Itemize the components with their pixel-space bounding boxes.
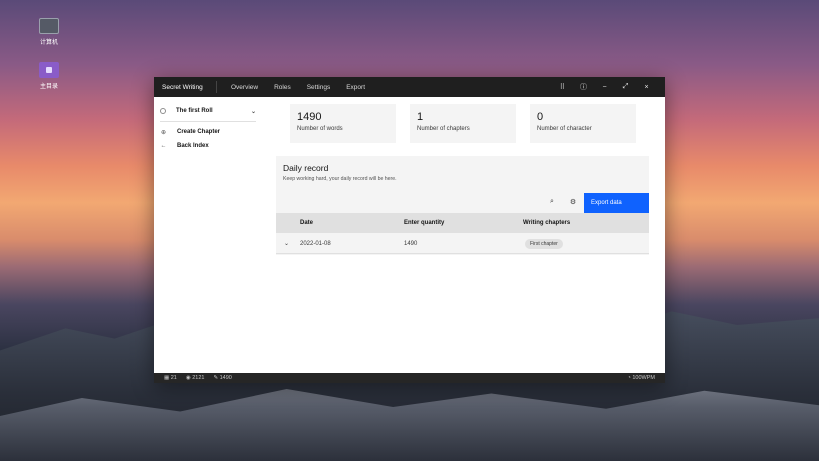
radio-icon (160, 108, 166, 114)
table-row[interactable]: ⌄ 2022-01-08 1490 First chapter (276, 234, 649, 254)
sidebar-item-create-chapter[interactable]: ⊕ Create Chapter (160, 126, 220, 138)
apps-grid-icon[interactable]: ⠿ (552, 83, 573, 91)
stat-label: Number of chapters (417, 126, 470, 132)
desktop-icon-home[interactable]: 主目录 (29, 62, 69, 90)
daily-record-panel: Daily record Keep working hard, your dai… (276, 156, 649, 255)
status-speed-value: 100WPM (632, 375, 655, 381)
column-header-chapters[interactable]: Writing chapters (523, 220, 570, 226)
minimize-button[interactable]: − (594, 84, 615, 91)
stat-card-chapters: 1 Number of chapters (410, 104, 516, 143)
sidebar-item-label: Create Chapter (177, 129, 221, 135)
desktop-icon-label: 计算机 (39, 40, 58, 46)
settings-gear-icon[interactable]: ⚙ (563, 198, 583, 210)
add-circle-icon: ⊕ (160, 129, 167, 136)
stat-card-words: 1490 Number of words (290, 104, 396, 143)
row-date: 2022-01-08 (300, 241, 331, 247)
column-header-date[interactable]: Date (300, 220, 313, 226)
status-chapters-value: 21 (170, 375, 177, 381)
chevron-down-icon: ⌄ (250, 108, 256, 115)
status-words: ✎ 1490 (213, 375, 231, 381)
nav-roles[interactable]: Roles (274, 84, 291, 91)
app-name: Secret Writing (162, 83, 203, 91)
roll-selector[interactable]: The first Roll ⌄ (160, 104, 256, 118)
computer-icon (39, 18, 59, 34)
search-icon[interactable]: ⌕ (542, 198, 562, 210)
export-data-button[interactable]: Export data (584, 193, 649, 213)
stat-label: Number of character (537, 126, 592, 132)
stat-value: 1 (417, 111, 424, 123)
stat-label: Number of words (297, 126, 343, 132)
status-roles: ◉ 2121 (186, 375, 205, 381)
title-divider (216, 81, 217, 93)
info-icon[interactable]: ⓘ (573, 82, 594, 92)
calendar-icon: ▦ (164, 375, 170, 381)
stat-value: 0 (537, 111, 544, 123)
title-bar: Secret Writing Overview Roles Settings E… (154, 77, 665, 97)
stat-value: 1490 (297, 111, 322, 123)
speedometer-icon: ◔ (627, 375, 631, 381)
daily-record-title: Daily record (283, 163, 329, 173)
sidebar-item-back-index[interactable]: ← Back Index (160, 140, 209, 152)
table-header: Date Enter quantity Writing chapters (276, 213, 649, 233)
chapter-tag[interactable]: First chapter (525, 239, 563, 249)
daily-record-subtitle: Keep working hard, your daily record wil… (283, 176, 397, 182)
sidebar-divider (160, 121, 256, 122)
status-bar: ▦ 21 ◉ 2121 ✎ 1490 ◔ 100WPM (154, 373, 665, 383)
expand-row-icon[interactable]: ⌄ (284, 240, 289, 247)
column-header-quantity[interactable]: Enter quantity (404, 220, 444, 226)
user-icon: ◉ (185, 375, 191, 381)
desktop-icon-label: 主目录 (39, 84, 58, 90)
maximize-button[interactable]: ⤢ (615, 83, 636, 91)
desktop-icon-computer[interactable]: 计算机 (29, 18, 69, 46)
row-quantity: 1490 (404, 241, 418, 247)
sidebar-item-label: Back Index (177, 143, 209, 149)
roll-label: The first Roll (176, 108, 213, 114)
home-folder-icon (39, 62, 59, 78)
status-chapters: ▦ 21 (164, 375, 177, 381)
status-speed: ◔ 100WPM (628, 375, 655, 381)
sidebar: The first Roll ⌄ ⊕ Create Chapter ← Back… (154, 97, 264, 373)
nav-export[interactable]: Export (346, 84, 365, 91)
pencil-icon: ✎ (213, 375, 219, 381)
arrow-left-icon: ← (160, 143, 167, 149)
stat-card-characters: 0 Number of character (530, 104, 636, 143)
nav-overview[interactable]: Overview (231, 84, 258, 91)
status-roles-value: 2121 (192, 375, 205, 381)
nav-settings[interactable]: Settings (307, 84, 331, 91)
app-window: Secret Writing Overview Roles Settings E… (154, 77, 665, 383)
close-button[interactable]: × (636, 84, 657, 91)
status-words-value: 1490 (219, 375, 232, 381)
